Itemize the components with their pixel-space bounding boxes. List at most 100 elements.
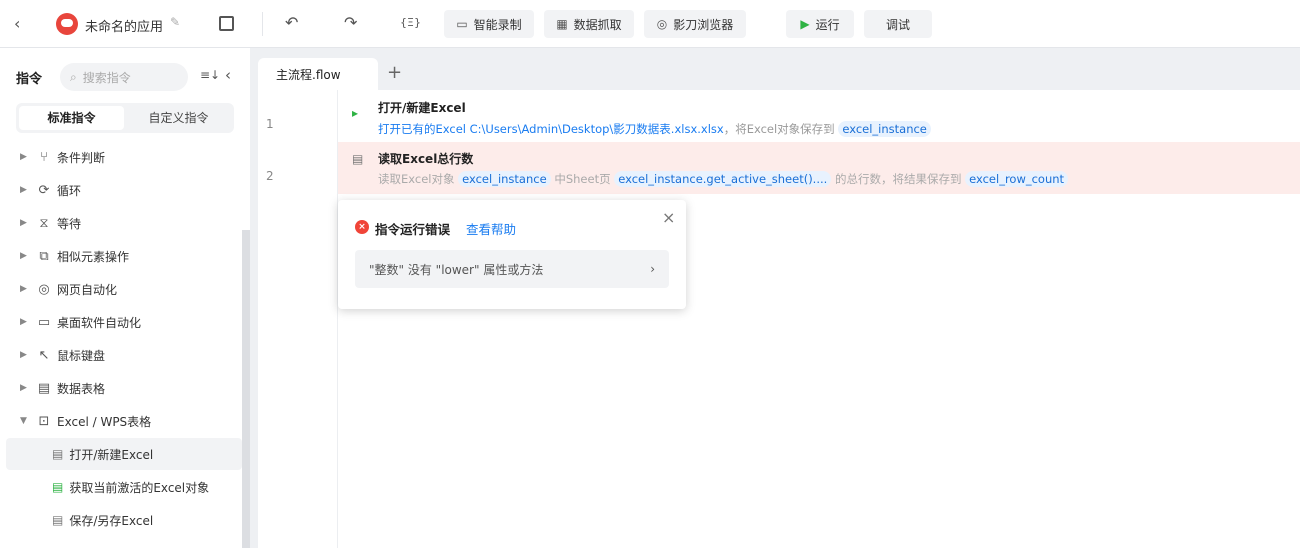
label: 数据抓取 [573, 17, 622, 32]
error-message[interactable]: "整数" 没有 "lower" 属性或方法 › [355, 250, 669, 288]
line-number: 1 [266, 117, 274, 131]
tree-category[interactable]: ▶ ▭ 桌面软件自动化 [6, 306, 242, 338]
error-message-text: "整数" 没有 "lower" 属性或方法 [369, 262, 544, 277]
line-number: 2 [266, 169, 274, 183]
step-desc: 打开已有的Excel C:\Users\Admin\Desktop\影刀数据表.… [378, 121, 931, 137]
play-icon: ▶ [800, 17, 810, 31]
category-icon: ▤ [37, 380, 51, 396]
tree-command[interactable]: ▤ 获取当前激活的Excel对象 [6, 471, 242, 503]
help-link[interactable]: 查看帮助 [466, 219, 516, 238]
category-icon: ⑂ [40, 149, 48, 165]
step-title: 打开/新建Excel [378, 101, 466, 115]
chevron-right-icon: › [650, 262, 655, 276]
divider [262, 12, 263, 36]
caret-right-icon: ▶ [20, 383, 27, 393]
caret-right-icon: ▶ [20, 152, 27, 162]
category-label: 网页自动化 [57, 282, 118, 297]
caret-right-icon: ▶ [20, 185, 27, 195]
search-input[interactable]: ⌕ 搜索指令 [60, 63, 188, 91]
category-icon: ⊡ [38, 413, 50, 429]
command-tabs: 标准指令 自定义指令 [16, 103, 234, 133]
excel-file-icon: ▤ [352, 152, 364, 166]
top-toolbar: ‹ 未命名的应用 ✎ ↶ ↷ {Ξ} ▭ 智能录制 ▦ 数据抓取 ◎ 影刀浏览器 ▶ 运… [0, 0, 1300, 48]
command-sidebar: 指令 ⌕ 搜索指令 ≡↓ ‹ 标准指令 自定义指令 ▶ ⑂ 条件判断 ▶ ⟳ 循环 ▶ ⧖ 等待 ▶… [0, 48, 250, 548]
app-name: 未命名的应用 [85, 20, 164, 35]
category-label: 桌面软件自动化 [57, 315, 142, 330]
table-icon: ▦ [556, 17, 568, 31]
debug-button[interactable]: 调试 [864, 10, 932, 38]
tab-main-flow[interactable]: 主流程.flow [258, 58, 378, 90]
error-icon: × [355, 220, 369, 234]
step-read-row-count[interactable]: ▤ 读取Excel总行数 读取Excel对象 excel_instance 中S… [338, 142, 1300, 194]
tree-category[interactable]: ▶ ⑂ 条件判断 [6, 141, 242, 173]
caret-down-icon: ▼ [20, 416, 27, 426]
run-button[interactable]: ▶ 运行 [786, 10, 854, 38]
redo-icon[interactable]: ↷ [344, 13, 357, 32]
excel-icon: ▤ [52, 480, 64, 494]
caret-right-icon: ▶ [20, 317, 27, 327]
error-popover: × 指令运行错误 查看帮助 × "整数" 没有 "lower" 属性或方法 › [338, 200, 686, 309]
caret-right-icon: ▶ [20, 284, 27, 294]
variable-chip[interactable]: excel_instance [458, 171, 551, 187]
save-icon[interactable] [219, 16, 234, 31]
desc-text: 读取Excel对象 [378, 172, 455, 186]
tree-category[interactable]: ▶ ▤ 数据表格 [6, 372, 242, 404]
category-label: Excel / WPS表格 [57, 414, 152, 429]
browser-button[interactable]: ◎ 影刀浏览器 [644, 10, 746, 38]
sidebar-title: 指令 [16, 72, 43, 87]
tree-command[interactable]: ▤ 打开/新建Excel [6, 438, 242, 470]
category-label: 循环 [57, 183, 82, 198]
label: 影刀浏览器 [673, 17, 734, 32]
category-label: 等待 [57, 216, 82, 231]
variables-icon[interactable]: {Ξ} [400, 16, 421, 29]
category-icon: ⧉ [39, 248, 49, 264]
step-open-excel[interactable]: ▸ 打开/新建Excel 打开已有的Excel C:\Users\Admin\D… [338, 90, 1300, 142]
flow-editor: 1 2 ▸ 打开/新建Excel 打开已有的Excel C:\Users\Adm… [258, 90, 1300, 548]
tree-category[interactable]: ▼ ⊡ Excel / WPS表格 [6, 405, 242, 437]
tree-category[interactable]: ▶ ⧉ 相似元素操作 [6, 240, 242, 272]
tree-command[interactable]: ▤ 保存/另存Excel [6, 504, 242, 536]
tree-category[interactable]: ▶ ◎ 网页自动化 [6, 273, 242, 305]
category-label: 数据表格 [57, 381, 106, 396]
label: 运行 [815, 17, 840, 32]
command-label: 打开/新建Excel [69, 447, 154, 462]
sort-icon[interactable]: ≡↓ [200, 68, 220, 82]
undo-icon[interactable]: ↶ [285, 13, 298, 32]
label: 智能录制 [473, 17, 522, 32]
category-icon: ⟳ [38, 182, 50, 198]
error-title: 指令运行错误 [375, 222, 451, 237]
category-icon: ⧖ [39, 215, 49, 231]
desc-text: 的总行数，将结果保存到 [834, 172, 962, 186]
desc-text: 中Sheet页 [554, 172, 611, 186]
step-title: 读取Excel总行数 [378, 152, 474, 166]
data-scrape-button[interactable]: ▦ 数据抓取 [544, 10, 634, 38]
add-tab-icon[interactable]: + [387, 62, 402, 83]
command-label: 获取当前激活的Excel对象 [69, 480, 210, 495]
tab-standard[interactable]: 标准指令 [19, 106, 124, 130]
scrollbar[interactable] [242, 230, 250, 548]
close-icon[interactable]: × [662, 208, 675, 227]
app-logo-icon [56, 13, 78, 35]
tree-category[interactable]: ▶ ↖ 鼠标键盘 [6, 339, 242, 371]
back-icon[interactable]: ‹ [14, 14, 20, 33]
category-icon: ◎ [38, 281, 50, 297]
caret-right-icon: ▶ [20, 350, 27, 360]
tree-category[interactable]: ▶ ⧖ 等待 [6, 207, 242, 239]
desc-path: 打开已有的Excel C:\Users\Admin\Desktop\影刀数据表.… [378, 122, 724, 136]
edit-icon[interactable]: ✎ [170, 15, 180, 29]
video-icon: ▭ [456, 17, 468, 31]
category-label: 条件判断 [57, 150, 106, 165]
category-icon: ▭ [37, 314, 51, 330]
category-label: 相似元素操作 [57, 249, 130, 264]
collapse-icon[interactable]: ‹ [225, 66, 231, 84]
variable-chip[interactable]: excel_instance [838, 121, 931, 137]
caret-right-icon: ▶ [20, 251, 27, 261]
category-icon: ↖ [38, 347, 50, 363]
variable-chip[interactable]: excel_instance.get_active_sheet().... [614, 171, 832, 187]
smart-record-button[interactable]: ▭ 智能录制 [444, 10, 534, 38]
command-label: 保存/另存Excel [69, 513, 154, 528]
variable-chip[interactable]: excel_row_count [965, 171, 1069, 187]
desc-text: ，将Excel对象保存到 [723, 122, 835, 136]
tree-category[interactable]: ▶ ⟳ 循环 [6, 174, 242, 206]
tab-custom[interactable]: 自定义指令 [126, 106, 231, 130]
